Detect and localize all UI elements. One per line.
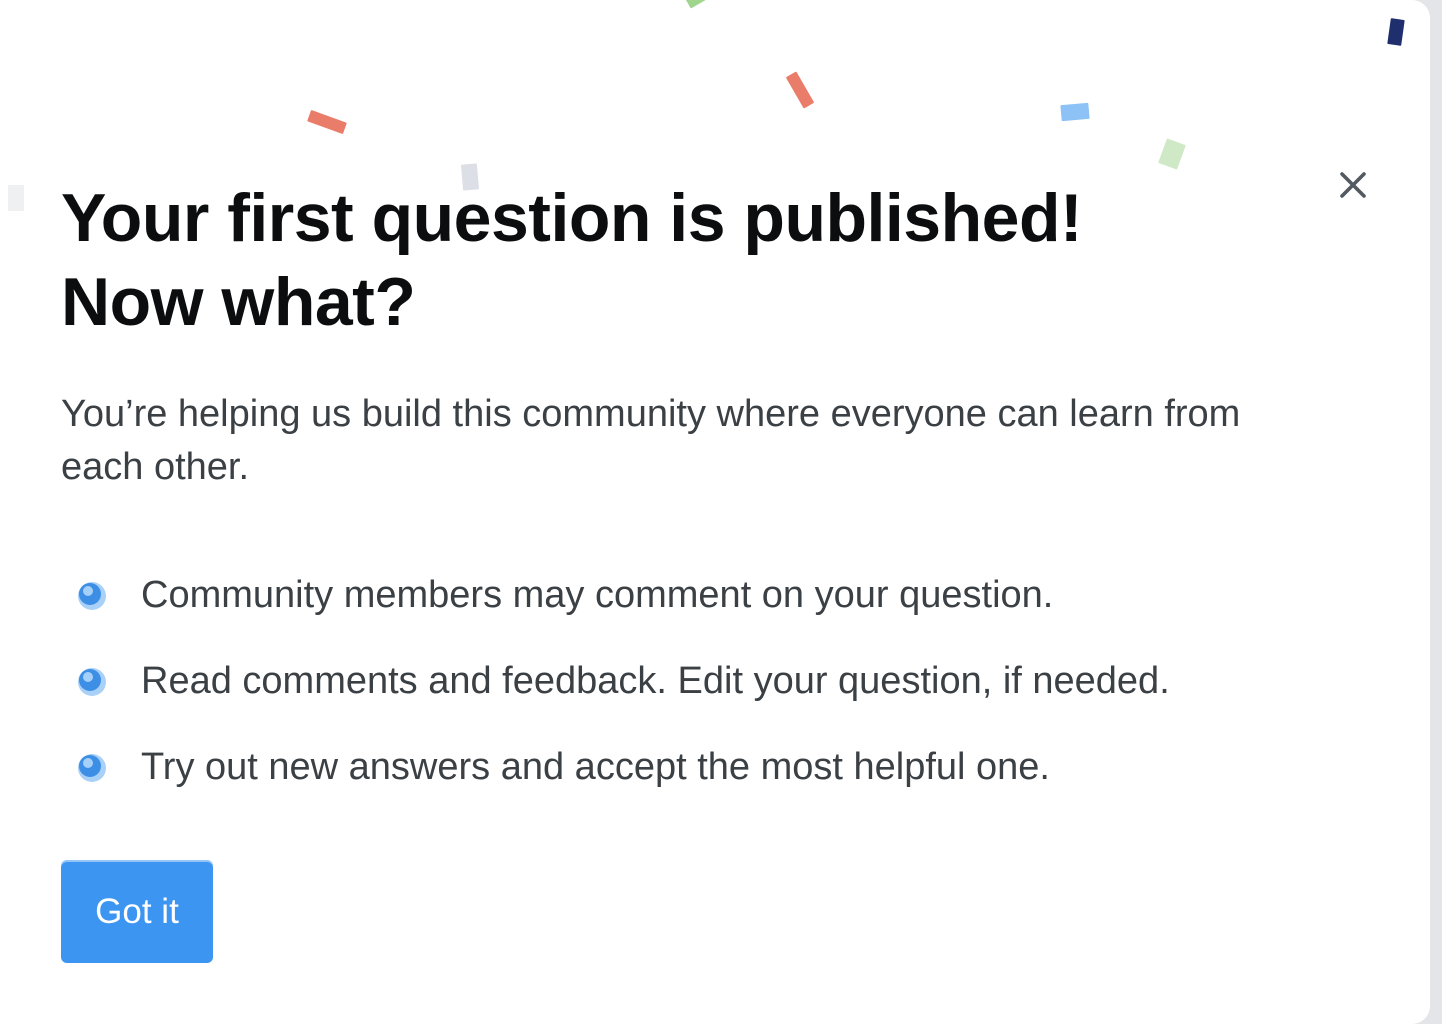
dialog-title-line-1: Your first question is published! xyxy=(61,180,1083,256)
step-text: Read comments and feedback. Edit your qu… xyxy=(141,660,1170,702)
step-text: Community members may comment on your qu… xyxy=(141,574,1054,616)
step-text: Try out new answers and accept the most … xyxy=(141,746,1050,788)
step-item: Read comments and feedback. Edit your qu… xyxy=(61,638,1170,724)
blue-orb-icon xyxy=(78,754,106,782)
close-icon xyxy=(1340,172,1366,198)
blue-orb-icon xyxy=(78,582,106,610)
intro-text: You’re helping us build this community w… xyxy=(61,393,1241,488)
step-item: Try out new answers and accept the most … xyxy=(61,724,1170,810)
step-item: Community members may comment on your qu… xyxy=(61,552,1170,638)
dialog-title-line-2: Now what? xyxy=(61,264,416,340)
dialog-title: Your first question is published! Now wh… xyxy=(61,176,1241,344)
onboarding-modal: Your first question is published! Now wh… xyxy=(0,0,1430,1024)
blue-orb-icon xyxy=(78,668,106,696)
got-it-button[interactable]: Got it xyxy=(61,860,213,963)
next-steps-list: Community members may comment on your qu… xyxy=(61,552,1170,810)
close-button[interactable] xyxy=(1328,160,1378,210)
